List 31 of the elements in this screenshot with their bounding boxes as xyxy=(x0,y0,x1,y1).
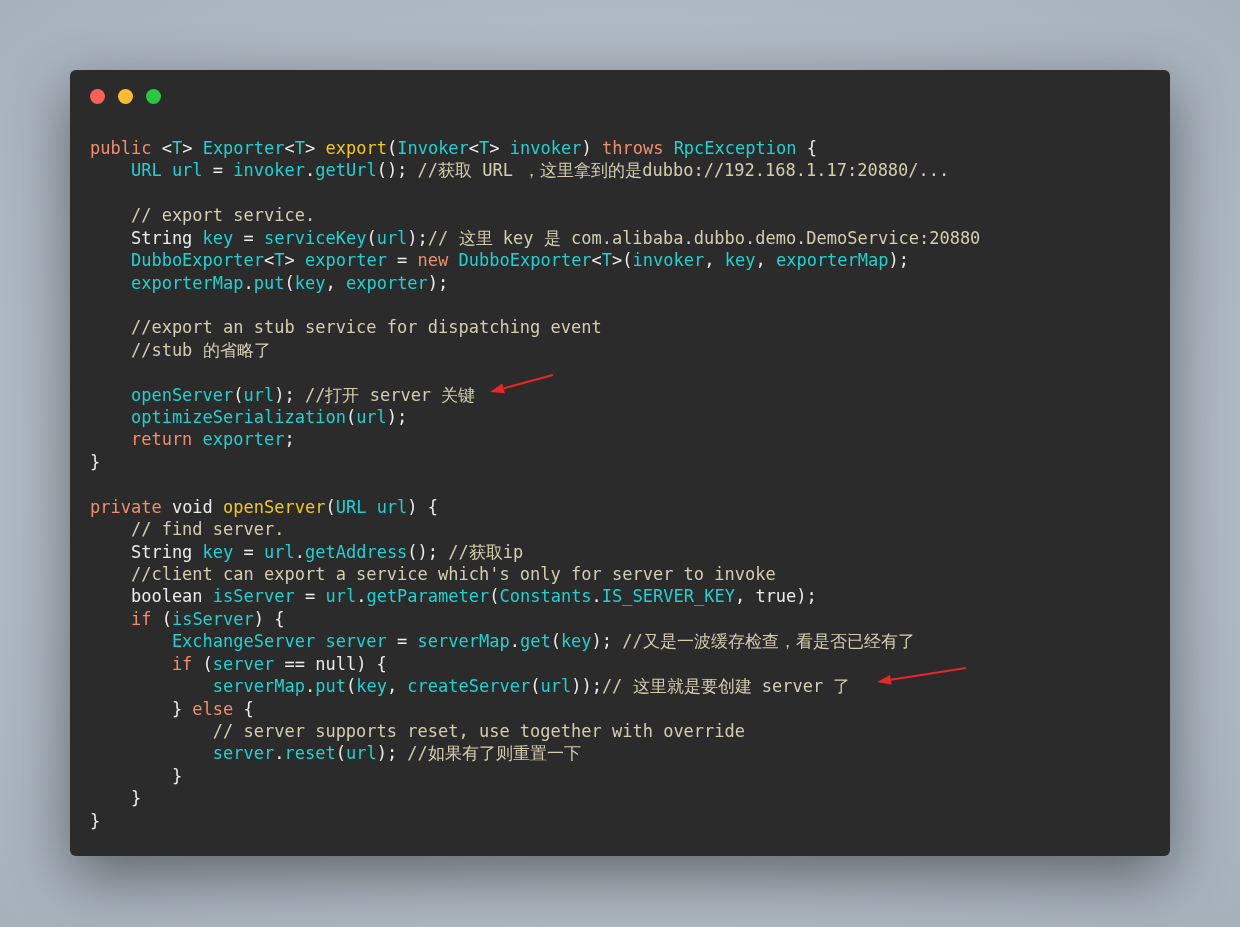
code-line: if (server == null) { xyxy=(170,652,387,676)
code-line: openServer(url); //打开 server 关键 xyxy=(129,383,476,407)
code-line: private void openServer(URL url) { xyxy=(90,495,439,519)
code-line: exporterMap.put(key, exporter); xyxy=(129,271,449,294)
code-line: serverMap.put(key, createServer(url));// 这里就是要创建 server 了 xyxy=(211,675,851,698)
code-line: ExchangeServer server = serverMap.get(key); //又是一波缓存检查，看是否已经有了 xyxy=(170,630,915,653)
code-line: //client can export a service which's only for server to invoke xyxy=(129,563,776,586)
code-line: String key = serviceKey(url);// 这里 key 是 com.alibaba.dubbo.demo.DemoService:20880 xyxy=(129,226,981,250)
window-control-dot[interactable] xyxy=(90,89,105,104)
code-line: boolean isServer = url.getParameter(Constants.IS_SERVER_KEY, true); xyxy=(129,585,817,608)
code-line: DubboExporter<T> exporter = new DubboExporter<T>(invoker, key, exporterMap); xyxy=(129,249,909,272)
code-line: optimizeSerialization(url); xyxy=(129,406,408,429)
window-control-dot[interactable] xyxy=(146,89,161,104)
code-line: if (isServer) { xyxy=(129,607,285,631)
arrow-annotation xyxy=(490,374,554,394)
code-line: URL url = invoker.getUrl(); //获取 URL ，这里拿到的是dubbo://192.168.1.17:20880/... xyxy=(129,159,950,182)
code-line: // export service. xyxy=(129,204,316,227)
code-line: //stub 的省略了 xyxy=(129,338,271,362)
code-line: return exporter; xyxy=(129,428,295,451)
window-control-dot[interactable] xyxy=(118,89,133,104)
code-line: } xyxy=(90,809,101,833)
code-line: } xyxy=(170,764,183,788)
code-line: //export an stub service for dispatching event xyxy=(129,316,602,339)
code-line: // server supports reset, use together with override xyxy=(211,719,746,743)
code-line: // find server. xyxy=(129,518,285,541)
code-line: } xyxy=(129,787,142,810)
code-line: public <T> Exporter<T> export(Invoker<T> invoker) throws RpcException { xyxy=(90,137,817,160)
code-line: String key = url.getAddress(); //获取ip xyxy=(129,540,524,563)
code-line: server.reset(url); //如果有了则重置一下 xyxy=(211,742,581,765)
code-line: } xyxy=(90,450,101,474)
code-line: } else { xyxy=(170,697,254,720)
